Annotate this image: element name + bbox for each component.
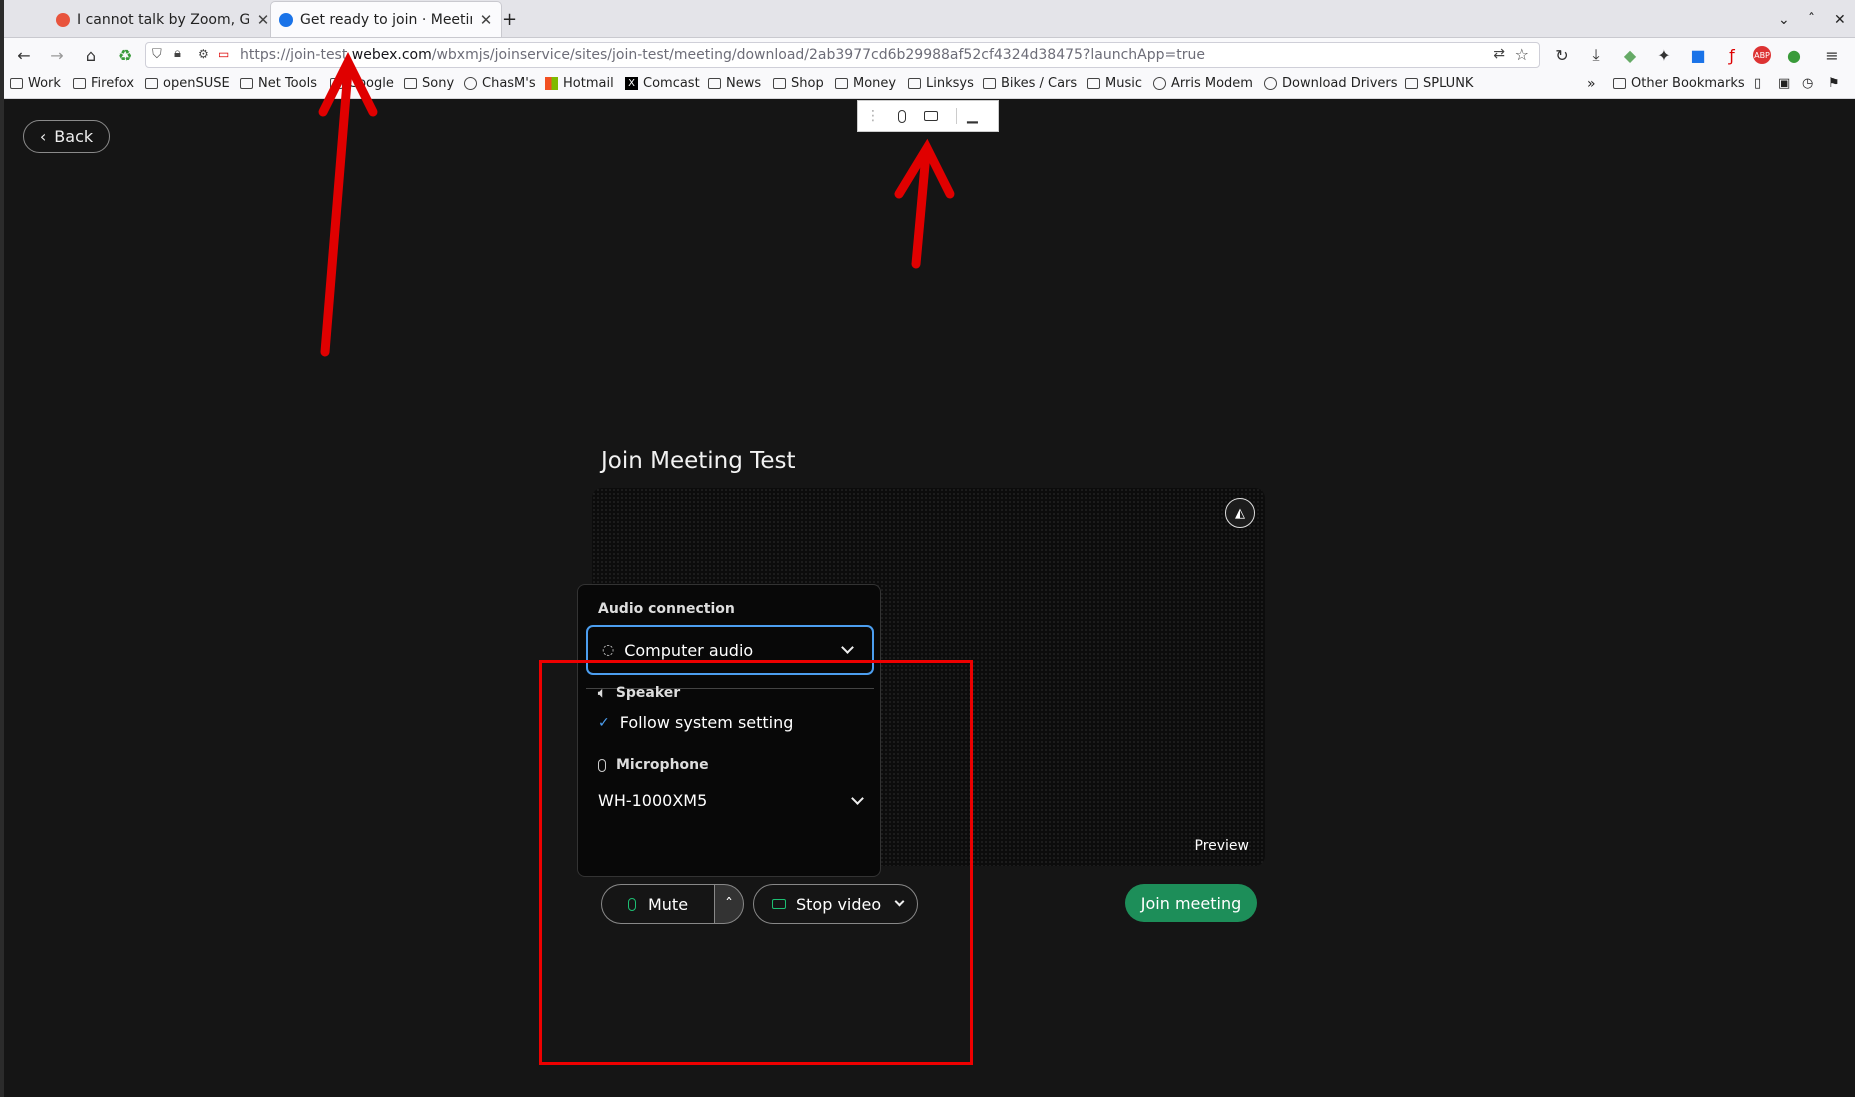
annotation-arrow-url	[318, 51, 378, 357]
annotation-arrow-mediabar	[894, 138, 955, 269]
desktop-edge	[0, 0, 4, 1097]
screenshot-stage: I cannot talk by Zoom, Goo ✕ Get ready t…	[0, 0, 1855, 1097]
annotation-arrows	[318, 51, 955, 357]
